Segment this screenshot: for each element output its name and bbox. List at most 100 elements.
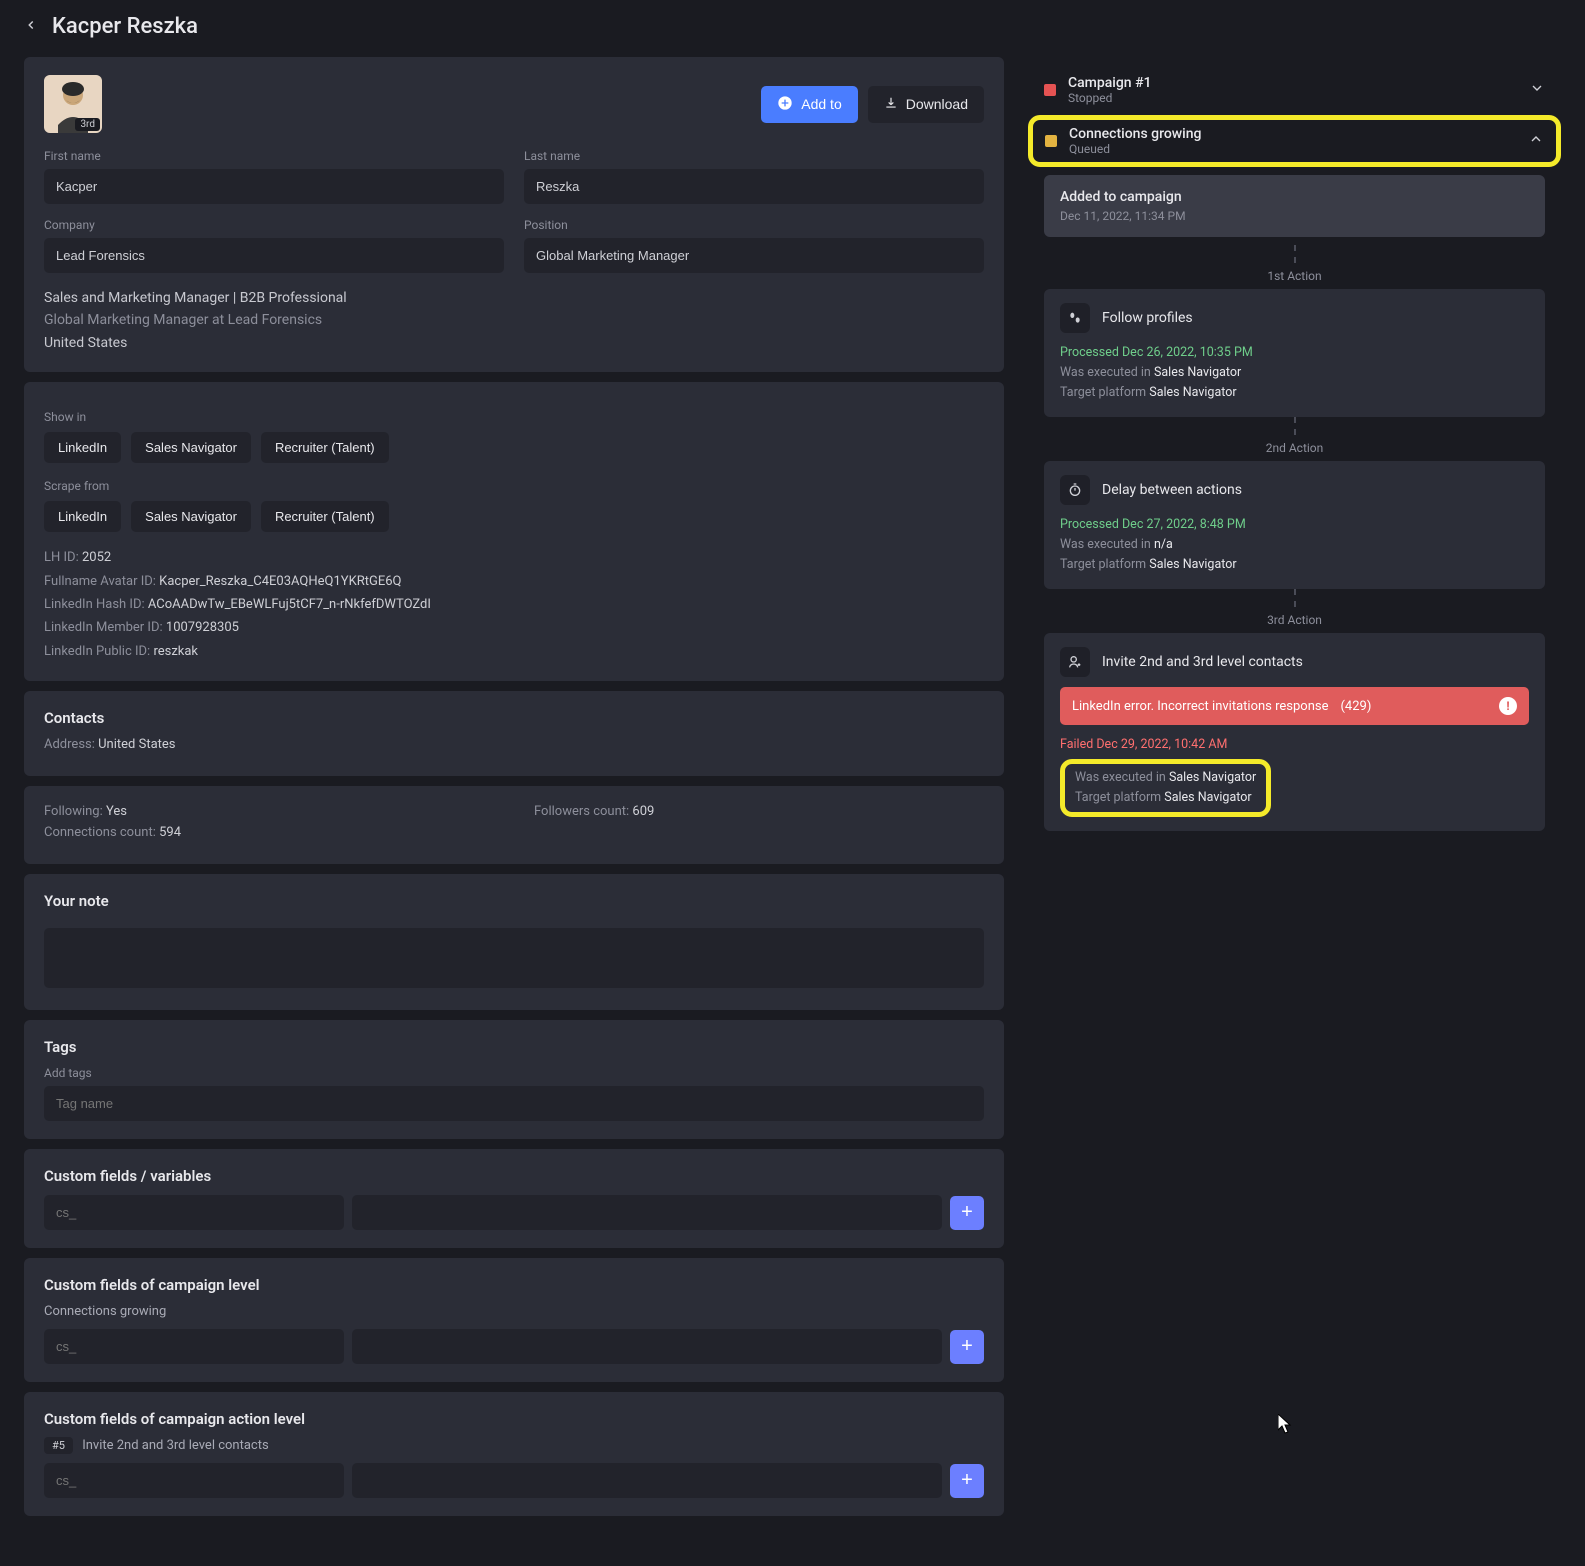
location: United States — [44, 332, 984, 354]
action-1-tgt-k: Target platform — [1060, 385, 1146, 400]
cf-action-badge: #5 — [44, 1437, 73, 1454]
add-cf-campaign-button[interactable]: + — [950, 1330, 984, 1364]
member-id-key: LinkedIn Member ID: — [44, 620, 163, 635]
cf-action-value-input[interactable] — [352, 1463, 942, 1498]
show-in-label: Show in — [44, 410, 984, 424]
social-panel: Following: Yes Followers count: 609 Conn… — [24, 786, 1004, 864]
scrape-from-label: Scrape from — [44, 479, 984, 493]
company-input[interactable] — [44, 238, 504, 273]
hash-id-value: ACoAADwTw_EBeWLFuj5tCF7_n-rNkfefDWTOZdI — [148, 597, 431, 612]
action-3-exec-v: Sales Navigator — [1169, 770, 1256, 785]
footsteps-icon — [1060, 303, 1090, 333]
chevron-down-icon — [1529, 80, 1545, 100]
back-button[interactable] — [24, 18, 38, 36]
action-1-label: 1st Action — [1028, 269, 1561, 283]
action-3-failed: Failed Dec 29, 2022, 10:42 AM — [1060, 735, 1529, 755]
campaign-1-header[interactable]: Campaign #1 Stopped — [1028, 65, 1561, 115]
address-key: Address: — [44, 737, 95, 752]
bio-line-2: Global Marketing Manager at Lead Forensi… — [44, 309, 984, 331]
action-3-exec-k: Was executed in — [1075, 770, 1166, 785]
action-1-exec-v: Sales Navigator — [1154, 365, 1241, 380]
avatar-id-key: Fullname Avatar ID: — [44, 574, 156, 589]
custom-fields-action-panel: Custom fields of campaign action level #… — [24, 1392, 1004, 1516]
cf-action-key-input[interactable] — [44, 1463, 344, 1498]
action-2-exec-k: Was executed in — [1060, 537, 1151, 552]
add-to-button[interactable]: Add to — [761, 86, 857, 123]
action-3-label: 3rd Action — [1028, 613, 1561, 627]
action-2-tgt-k: Target platform — [1060, 557, 1146, 572]
scrape-from-sales-navigator[interactable]: Sales Navigator — [131, 501, 251, 532]
custom-fields-title: Custom fields / variables — [44, 1167, 984, 1185]
connections-value: 594 — [159, 825, 181, 840]
cf-campaign-value-input[interactable] — [352, 1329, 942, 1364]
hash-id-key: LinkedIn Hash ID: — [44, 597, 145, 612]
user-plus-icon — [1060, 647, 1090, 677]
cf-action-title: Custom fields of campaign action level — [44, 1410, 984, 1428]
stopwatch-icon — [1060, 475, 1090, 505]
plus-circle-icon — [777, 95, 793, 114]
note-title: Your note — [44, 892, 984, 910]
action-3-tgt-k: Target platform — [1075, 790, 1161, 805]
address-value: United States — [98, 737, 175, 752]
contacts-panel: Contacts Address: United States — [24, 691, 1004, 776]
tag-input[interactable] — [44, 1086, 984, 1121]
cf-campaign-name: Connections growing — [44, 1304, 984, 1319]
scrape-from-recruiter[interactable]: Recruiter (Talent) — [261, 501, 389, 532]
action-3-tgt-v: Sales Navigator — [1164, 790, 1251, 805]
error-message: LinkedIn error. Incorrect invitations re… — [1072, 699, 1328, 714]
cf-action-name: Invite 2nd and 3rd level contacts — [82, 1438, 269, 1453]
action-2-processed: Processed Dec 27, 2022, 8:48 PM — [1060, 515, 1529, 535]
cf-value-input[interactable] — [352, 1195, 942, 1230]
show-in-linkedin[interactable]: LinkedIn — [44, 432, 121, 463]
error-code: (429) — [1340, 699, 1371, 714]
last-name-input[interactable] — [524, 169, 984, 204]
cf-campaign-key-input[interactable] — [44, 1329, 344, 1364]
member-id-value: 1007928305 — [166, 620, 239, 635]
execution-highlight-box: Was executed in Sales Navigator Target p… — [1060, 759, 1271, 817]
tags-title: Tags — [44, 1038, 984, 1056]
action-2-card: Delay between actions Processed Dec 27, … — [1044, 461, 1545, 589]
public-id-value: reszkak — [153, 644, 198, 659]
added-title: Added to campaign — [1060, 189, 1529, 205]
add-tags-label: Add tags — [44, 1066, 984, 1080]
followers-key: Followers count: — [534, 804, 629, 819]
profile-panel: 3rd Add to Download First name — [24, 57, 1004, 372]
followers-value: 609 — [632, 804, 654, 819]
tags-panel: Tags Add tags — [24, 1020, 1004, 1139]
chevron-up-icon — [1528, 131, 1544, 151]
connections-key: Connections count: — [44, 825, 156, 840]
note-panel: Your note — [24, 874, 1004, 1010]
action-1-title: Follow profiles — [1102, 310, 1193, 326]
position-input[interactable] — [524, 238, 984, 273]
links-panel: Show in LinkedIn Sales Navigator Recruit… — [24, 382, 1004, 681]
action-1-processed: Processed Dec 26, 2022, 10:35 PM — [1060, 343, 1529, 363]
lh-id-key: LH ID: — [44, 550, 79, 565]
cf-key-input[interactable] — [44, 1195, 344, 1230]
following-value: Yes — [106, 804, 127, 819]
show-in-recruiter[interactable]: Recruiter (Talent) — [261, 432, 389, 463]
first-name-input[interactable] — [44, 169, 504, 204]
show-in-sales-navigator[interactable]: Sales Navigator — [131, 432, 251, 463]
warning-icon: ! — [1499, 697, 1517, 715]
following-key: Following: — [44, 804, 103, 819]
company-label: Company — [44, 218, 504, 232]
added-ts: Dec 11, 2022, 11:34 PM — [1060, 209, 1529, 223]
public-id-key: LinkedIn Public ID: — [44, 644, 150, 659]
add-cf-action-button[interactable]: + — [950, 1464, 984, 1498]
action-2-label: 2nd Action — [1028, 441, 1561, 455]
scrape-from-linkedin[interactable]: LinkedIn — [44, 501, 121, 532]
action-1-exec-k: Was executed in — [1060, 365, 1151, 380]
add-custom-field-button[interactable]: + — [950, 1196, 984, 1230]
connection-degree-badge: 3rd — [75, 118, 100, 131]
position-label: Position — [524, 218, 984, 232]
bio-line-1: Sales and Marketing Manager | B2B Profes… — [44, 287, 984, 309]
action-2-exec-v: n/a — [1154, 537, 1173, 552]
download-button[interactable]: Download — [868, 86, 984, 123]
contacts-title: Contacts — [44, 709, 984, 727]
campaign-2-status: Queued — [1069, 142, 1201, 156]
note-textarea[interactable] — [44, 928, 984, 988]
add-to-label: Add to — [801, 96, 841, 112]
campaign-2-header[interactable]: Connections growing Queued — [1028, 115, 1561, 167]
action-3-card: Invite 2nd and 3rd level contacts Linked… — [1044, 633, 1545, 831]
custom-fields-panel: Custom fields / variables + — [24, 1149, 1004, 1248]
